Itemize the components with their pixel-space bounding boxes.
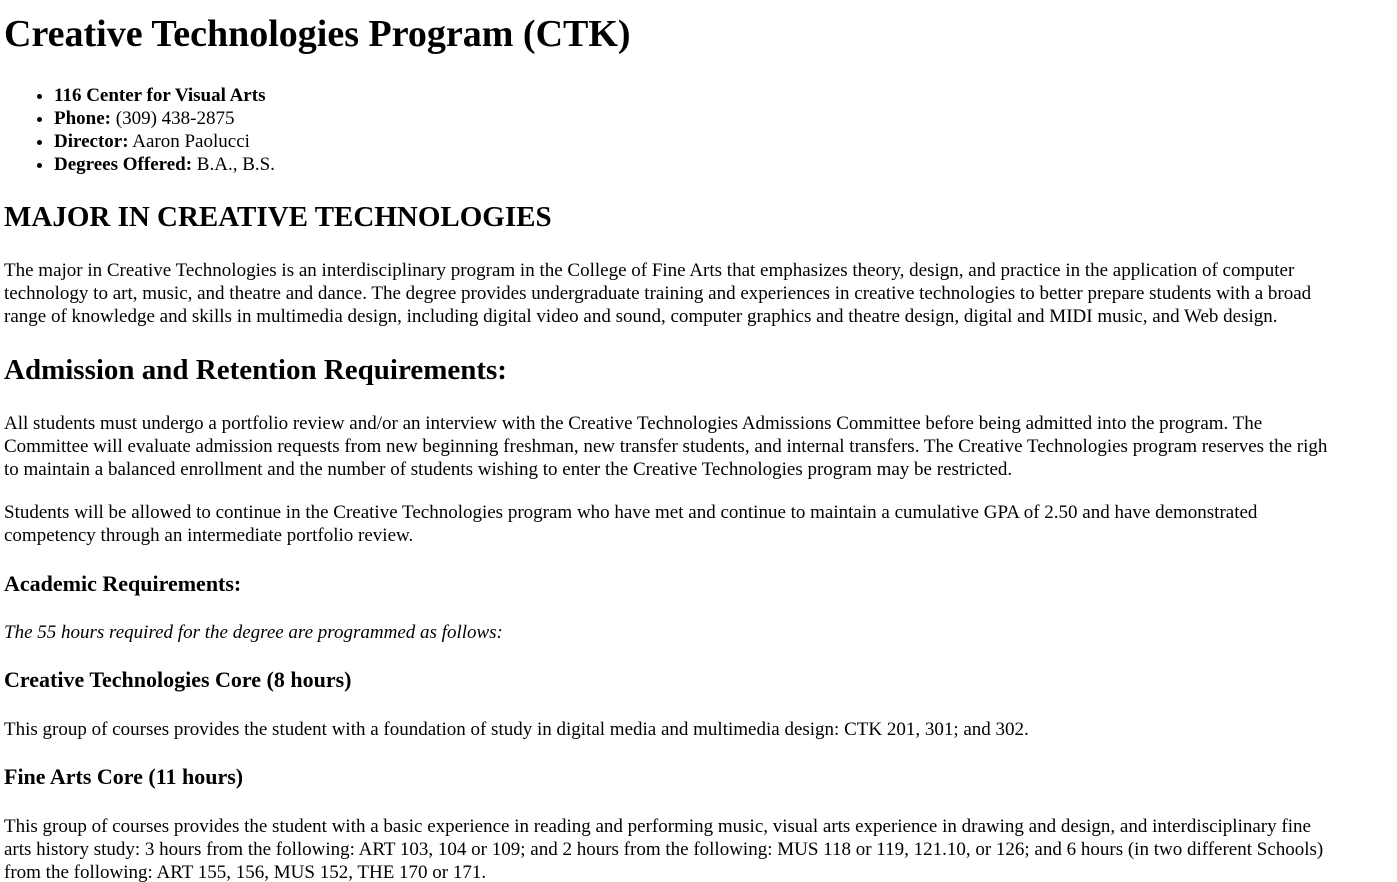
ct-core-paragraph: This group of courses provides the stude…	[4, 719, 1029, 740]
director-label: Director:	[54, 131, 129, 152]
academic-heading: Academic Requirements:	[4, 571, 242, 596]
fine-arts-core-paragraph: This group of courses provides the stude…	[4, 815, 1397, 882]
list-item: Degrees Offered: B.A., B.S.	[54, 153, 275, 176]
paragraph-line: competency through an intermediate portf…	[4, 525, 414, 546]
academic-intro: The 55 hours required for the degree are…	[4, 622, 503, 643]
paragraph-line: from the following: ART 155, 156, MUS 15…	[4, 862, 487, 882]
paragraph-line: to maintain a balanced enrollment and th…	[4, 459, 1013, 480]
major-heading: MAJOR IN CREATIVE TECHNOLOGIES	[4, 201, 552, 233]
director-value: Aaron Paolucci	[128, 131, 250, 152]
degrees-label: Degrees Offered:	[54, 154, 193, 175]
ct-core-heading: Creative Technologies Core (8 hours)	[4, 667, 352, 692]
list-item: Director: Aaron Paolucci	[54, 130, 275, 153]
location-text: 116 Center for Visual Arts	[54, 85, 266, 106]
phone-value: (309) 438-2875	[111, 108, 235, 129]
paragraph-line: This group of courses provides the stude…	[4, 816, 1311, 837]
paragraph-line: range of knowledge and skills in multime…	[4, 306, 1278, 327]
admission-heading: Admission and Retention Requirements:	[4, 354, 507, 386]
program-info-list: 116 Center for Visual Arts Phone: (309) …	[4, 84, 275, 176]
degrees-value: B.A., B.S.	[192, 154, 275, 175]
paragraph-line: technology to art, music, and theatre an…	[4, 283, 1312, 304]
paragraph-line: Students will be allowed to continue in …	[4, 502, 1258, 523]
list-item: Phone: (309) 438-2875	[54, 107, 275, 130]
admission-paragraph: All students must undergo a portfolio re…	[4, 412, 1397, 481]
paragraph-line: All students must undergo a portfolio re…	[4, 413, 1263, 434]
major-paragraph: The major in Creative Technologies is an…	[4, 259, 1397, 328]
retention-paragraph: Students will be allowed to continue in …	[4, 501, 1397, 547]
paragraph-line: The major in Creative Technologies is an…	[4, 260, 1295, 281]
document-page: Creative Technologies Program (CTK) 116 …	[0, 0, 1397, 882]
paragraph-line: arts history study: 3 hours from the fol…	[4, 839, 1324, 860]
page-title: Creative Technologies Program (CTK)	[4, 13, 631, 55]
list-item: 116 Center for Visual Arts	[54, 84, 275, 107]
fine-arts-core-heading: Fine Arts Core (11 hours)	[4, 764, 244, 789]
paragraph-line: Committee will evaluate admission reques…	[4, 436, 1328, 457]
phone-label: Phone:	[54, 108, 111, 129]
